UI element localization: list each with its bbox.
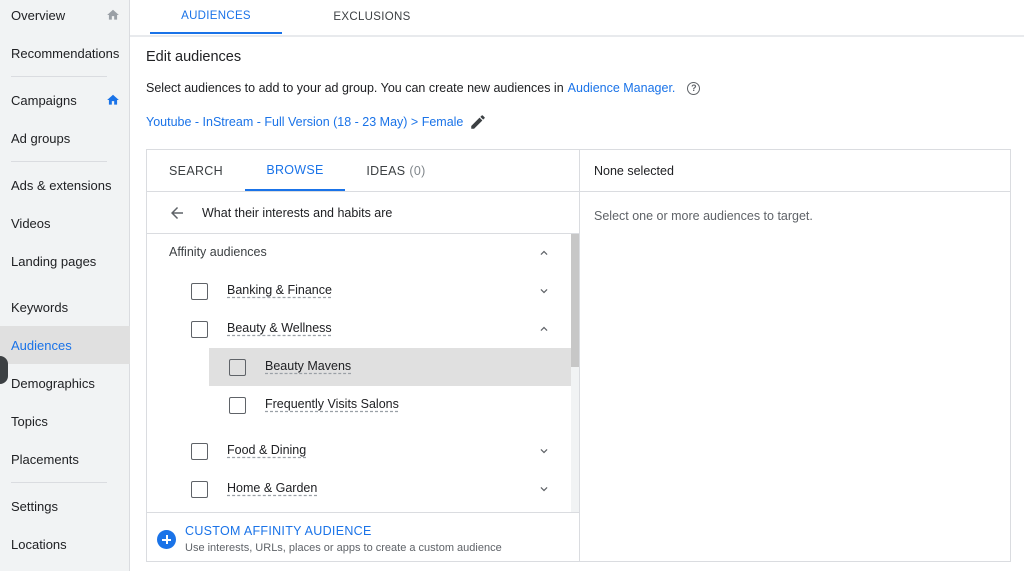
checkbox[interactable] (191, 321, 208, 338)
item-label: Frequently Visits Salons (265, 397, 399, 411)
chevron-up-icon[interactable] (537, 246, 551, 260)
sidebar-item-keywords[interactable]: Keywords (0, 288, 130, 326)
checkbox[interactable] (191, 443, 208, 460)
sidebar-item-label: Videos (11, 215, 51, 231)
list-item[interactable]: Frequently Visits Salons (209, 386, 571, 424)
tab-bar-shadow (130, 35, 1024, 37)
sidebar-item-topics[interactable]: Topics (0, 402, 130, 440)
sidebar-item-label: Landing pages (11, 253, 97, 269)
pencil-icon[interactable] (469, 113, 487, 131)
sidebar-item-label: Ad groups (11, 130, 71, 146)
sidebar-item-placements[interactable]: Placements (0, 440, 130, 478)
item-label: Banking & Finance (227, 283, 332, 297)
home-icon (107, 9, 119, 20)
sidebar-item-audiences[interactable]: Audiences (0, 326, 130, 364)
sidebar-item-demographics[interactable]: Demographics (0, 364, 130, 402)
custom-affinity-row[interactable]: CUSTOM AFFINITY AUDIENCE Use interests, … (147, 512, 579, 562)
tab-ideas-label: IDEAS (366, 163, 406, 178)
sidebar-item-label: Topics (11, 413, 48, 429)
selected-header: None selected (580, 150, 1010, 192)
list-item[interactable]: Beauty & Wellness (147, 310, 571, 348)
item-label: Home & Garden (227, 481, 318, 495)
browse-back-row: What their interests and habits are (147, 192, 579, 234)
intro-text: Select audiences to add to your ad group… (146, 81, 701, 95)
breadcrumb-text: Youtube - InStream - Full Version (18 - … (146, 115, 464, 129)
sidebar-item-ad-groups[interactable]: Ad groups (0, 119, 130, 157)
help-icon[interactable]: ? (687, 81, 701, 95)
browse-category-title: What their interests and habits are (202, 205, 393, 220)
ideas-count: (0) (409, 163, 426, 178)
tab-browse[interactable]: BROWSE (245, 150, 345, 191)
custom-affinity-button[interactable]: CUSTOM AFFINITY AUDIENCE (185, 524, 372, 538)
chevron-up-icon[interactable] (537, 322, 551, 336)
home-icon (107, 94, 119, 105)
item-label: Food & Dining (227, 443, 307, 457)
arrow-back-icon[interactable] (168, 204, 186, 222)
sidebar-item-label: Keywords (11, 299, 69, 315)
tab-exclusions[interactable]: EXCLUSIONS (306, 0, 438, 34)
chevron-down-icon[interactable] (537, 284, 551, 298)
sidebar-item-campaigns[interactable]: Campaigns (0, 81, 130, 119)
checkbox[interactable] (229, 359, 246, 376)
sidebar-divider (11, 482, 107, 483)
sidebar-item-label: Overview (11, 7, 66, 23)
selected-audiences-panel: None selected Select one or more audienc… (579, 149, 1011, 562)
chevron-down-icon[interactable] (537, 482, 551, 496)
checkbox[interactable] (191, 481, 208, 498)
sidebar-item-ads-extensions[interactable]: Ads & extensions (0, 166, 130, 204)
sidebar-item-videos[interactable]: Videos (0, 204, 130, 242)
checkbox[interactable] (229, 397, 246, 414)
list-item[interactable]: Beauty Mavens (209, 348, 571, 386)
sidebar-item-label: Settings (11, 498, 58, 514)
selected-empty-message: Select one or more audiences to target. (594, 209, 813, 223)
sidebar-item-locations[interactable]: Locations (0, 525, 130, 563)
sidebar-divider (11, 76, 107, 77)
sidebar-item-overview[interactable]: Overview (0, 0, 130, 34)
ad-group-breadcrumb[interactable]: Youtube - InStream - Full Version (18 - … (146, 113, 487, 131)
list-item[interactable]: Food & Dining (147, 432, 571, 470)
sidebar-item-label: Demographics (11, 375, 95, 391)
list-item[interactable]: Banking & Finance (147, 272, 571, 310)
list-scrollbar[interactable] (571, 234, 579, 512)
group-label: Affinity audiences (169, 245, 267, 259)
item-label: Beauty Mavens (265, 359, 352, 373)
sidebar-item-label: Ads & extensions (11, 177, 112, 193)
list-item[interactable]: Home & Garden (147, 470, 571, 508)
intro-description: Select audiences to add to your ad group… (146, 81, 564, 95)
sidebar-item-label: Recommendations (11, 45, 120, 61)
sidebar-nav: Overview Recommendations Campaigns Ad gr… (0, 0, 130, 571)
sidebar-item-landing-pages[interactable]: Landing pages (0, 242, 130, 280)
audience-browser-panel: SEARCH BROWSE IDEAS (0) What their inter… (146, 149, 580, 562)
scrollbar-thumb[interactable] (571, 234, 579, 367)
top-tab-bar: AUDIENCES EXCLUSIONS (130, 0, 1024, 36)
page-title: Edit audiences (146, 49, 242, 65)
browser-tab-bar: SEARCH BROWSE IDEAS (0) (147, 150, 579, 192)
audience-list: Affinity audiences Banking & Finance Bea… (147, 234, 579, 512)
add-circle-icon[interactable] (157, 530, 176, 549)
sidebar-item-label: Audiences (11, 337, 72, 353)
tab-ideas[interactable]: IDEAS (0) (355, 150, 437, 191)
sidebar-divider (11, 161, 107, 162)
checkbox[interactable] (191, 283, 208, 300)
tab-audiences[interactable]: AUDIENCES (150, 0, 282, 34)
list-group-header[interactable]: Affinity audiences (147, 234, 571, 272)
sidebar-item-label: Placements (11, 451, 79, 467)
audience-manager-link[interactable]: Audience Manager. (568, 81, 676, 95)
tab-search[interactable]: SEARCH (147, 150, 245, 191)
sidebar-item-settings[interactable]: Settings (0, 487, 130, 525)
custom-affinity-description: Use interests, URLs, places or apps to c… (185, 542, 502, 554)
sidebar-collapse-handle[interactable] (0, 356, 8, 384)
sidebar-item-label: Locations (11, 536, 67, 552)
sidebar-item-recommendations[interactable]: Recommendations (0, 34, 130, 72)
item-label: Beauty & Wellness (227, 321, 332, 335)
sidebar-item-label: Campaigns (11, 92, 77, 108)
chevron-down-icon[interactable] (537, 444, 551, 458)
